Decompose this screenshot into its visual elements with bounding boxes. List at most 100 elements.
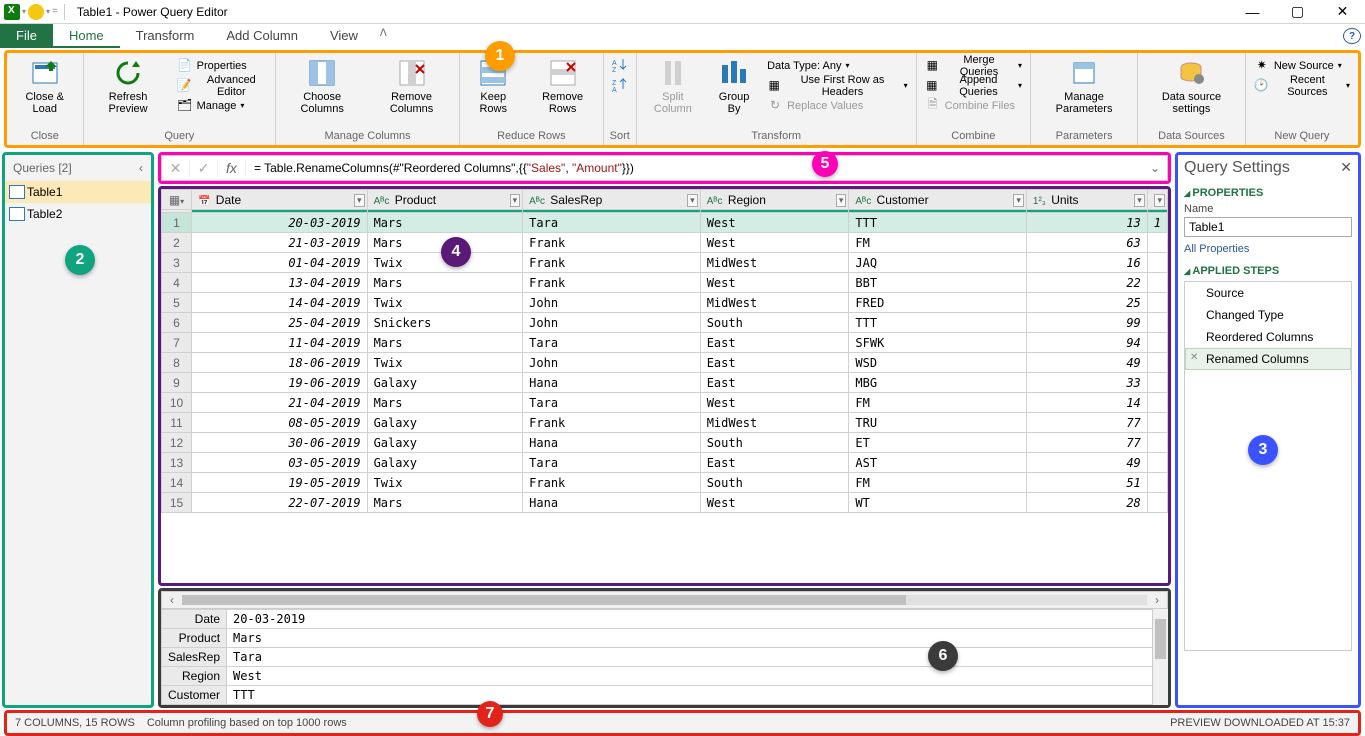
manage-button[interactable]: 🗂Manage ▾ (173, 95, 272, 115)
remove-columns-button[interactable]: Remove Columns (368, 55, 455, 117)
table-row[interactable]: 514-04-2019TwixJohnMidWestFRED25 (162, 293, 1168, 313)
first-row-headers-button[interactable]: ▦Use First Row as Headers ▾ (763, 75, 912, 95)
parameters-icon (1068, 57, 1100, 89)
split-column-button[interactable]: Split Column (641, 55, 705, 117)
vertical-scrollbar[interactable] (1152, 609, 1168, 705)
remove-rows-button[interactable]: Remove Rows (526, 55, 598, 117)
table-row[interactable]: 1230-06-2019GalaxyHanaSouthET77 (162, 433, 1168, 453)
row-preview: Date20-03-2019ProductMarsSalesRepTaraReg… (161, 609, 1168, 705)
choose-columns-button[interactable]: Choose Columns (280, 55, 364, 117)
expand-formula[interactable]: ⌄ (1143, 161, 1167, 175)
status-preview-time: PREVIEW DOWNLOADED AT 15:37 (1170, 717, 1350, 729)
column-header[interactable]: 1²₃ Units▾ (1026, 190, 1147, 210)
data-grid[interactable]: ▦▾ 📅 Date▾Aᴮc Product▾Aᴮc SalesRep▾Aᴮc R… (161, 189, 1168, 513)
split-icon (657, 57, 689, 89)
close-button[interactable]: ✕ (1320, 0, 1365, 24)
horizontal-scrollbar[interactable]: ‹ › (161, 591, 1168, 609)
table-row[interactable]: 1108-05-2019GalaxyFrankMidWestTRU77 (162, 413, 1168, 433)
all-properties-link[interactable]: All Properties (1184, 243, 1352, 255)
preview-row: CustomerTTT (162, 686, 1168, 705)
query-item[interactable]: Table1 (5, 181, 151, 203)
column-header[interactable]: Aᴮc Product▾ (367, 190, 523, 210)
cancel-formula[interactable]: ✕ (162, 160, 190, 177)
data-source-icon (1175, 57, 1207, 89)
close-settings[interactable]: ✕ (1340, 159, 1352, 177)
table-row[interactable]: 120-03-2019MarsTaraWestTTT131 (162, 213, 1168, 233)
sort-desc-button[interactable]: ZA (608, 75, 632, 95)
applied-step[interactable]: Changed Type (1185, 304, 1351, 326)
group-by-button[interactable]: Group By (709, 55, 759, 117)
table-row[interactable]: 221-03-2019MarsFrankWestFM63 (162, 233, 1168, 253)
home-tab[interactable]: Home (53, 24, 120, 48)
excel-icon (4, 4, 20, 20)
transform-tab[interactable]: Transform (120, 24, 211, 48)
qat-dropdown[interactable]: ▾ (22, 7, 26, 16)
close-load-button[interactable]: Close & Load (11, 55, 79, 117)
manage-parameters-button[interactable]: Manage Parameters (1035, 55, 1133, 117)
table-row[interactable]: 1419-05-2019TwixFrankSouthFM51 (162, 473, 1168, 493)
table-row[interactable]: 1021-04-2019MarsTaraWestFM14 (162, 393, 1168, 413)
table-row[interactable]: 625-04-2019SnickersJohnSouthTTT99 (162, 313, 1168, 333)
collapse-ribbon[interactable]: ᐱ (374, 24, 393, 48)
status-columns-rows: 7 COLUMNS, 15 ROWS (15, 717, 135, 729)
replace-icon: ↻ (767, 97, 783, 113)
manage-icon: 🗂 (177, 97, 193, 113)
new-source-button[interactable]: ✷New Source ▾ (1250, 55, 1354, 75)
choose-columns-icon (306, 57, 338, 89)
properties-button[interactable]: 📄Properties (173, 55, 272, 75)
advanced-editor-button[interactable]: 📝Advanced Editor (173, 75, 272, 95)
column-header[interactable]: 📅 Date▾ (192, 190, 368, 210)
collapse-queries[interactable]: ‹ (139, 161, 143, 175)
svg-text:A: A (612, 87, 617, 93)
minimize-button[interactable]: — (1230, 0, 1275, 24)
applied-step[interactable]: Source (1185, 282, 1351, 304)
refresh-preview-button[interactable]: Refresh Preview (88, 55, 169, 117)
recent-sources-button[interactable]: 🕑Recent Sources ▾ (1250, 75, 1354, 95)
column-header[interactable]: Aᴮc Customer▾ (849, 190, 1027, 210)
table-row[interactable]: 413-04-2019MarsFrankWestBBT22 (162, 273, 1168, 293)
column-header[interactable]: Aᴮc SalesRep▾ (523, 190, 701, 210)
table-row[interactable]: 818-06-2019TwixJohnEastWSD49 (162, 353, 1168, 373)
sort-desc-icon: ZA (612, 77, 628, 93)
table-row[interactable]: 711-04-2019MarsTaraEastSFWK94 (162, 333, 1168, 353)
window-title: Table1 - Power Query Editor (73, 5, 228, 19)
ribbon: Close & Load Close Refresh Preview 📄Prop… (7, 53, 1358, 145)
applied-steps-section: APPLIED STEPS (1184, 265, 1352, 277)
recent-icon: 🕑 (1254, 77, 1269, 93)
table-corner[interactable]: ▦▾ (162, 190, 192, 210)
column-header[interactable]: Aᴮc Region▾ (700, 190, 849, 210)
applied-step[interactable]: Reordered Columns (1185, 326, 1351, 348)
table-row[interactable]: 919-06-2019GalaxyHanaEastMBG33 (162, 373, 1168, 393)
table-row[interactable]: 301-04-2019TwixFrankMidWestJAQ16 (162, 253, 1168, 273)
svg-text:Z: Z (612, 80, 617, 87)
append-queries-button[interactable]: ▦Append Queries ▾ (921, 75, 1026, 95)
accept-formula[interactable]: ✓ (190, 160, 218, 177)
callout-3: 3 (1248, 435, 1278, 465)
status-profiling: Column profiling based on top 1000 rows (147, 717, 347, 729)
add-column-tab[interactable]: Add Column (210, 24, 314, 48)
remove-rows-icon (547, 57, 579, 89)
qat-dropdown-2[interactable]: ▾ (46, 7, 50, 16)
scroll-left-icon[interactable]: ‹ (170, 593, 174, 607)
query-item[interactable]: Table2 (5, 203, 151, 225)
file-tab[interactable]: File (0, 24, 53, 48)
scroll-right-icon[interactable]: › (1155, 593, 1159, 607)
combine-files-icon: 🗎 (925, 97, 941, 113)
data-source-settings-button[interactable]: Data source settings (1142, 55, 1241, 117)
help-icon[interactable]: ? (1343, 28, 1361, 44)
applied-step[interactable]: Renamed Columns (1185, 348, 1351, 370)
replace-values-button[interactable]: ↻Replace Values (763, 95, 912, 115)
refresh-icon (112, 57, 144, 89)
data-type-button[interactable]: Data Type: Any ▾ (763, 55, 912, 75)
table-row[interactable]: 1522-07-2019MarsHanaWestWT28 (162, 493, 1168, 513)
table-row[interactable]: 1303-05-2019GalaxyTaraEastAST49 (162, 453, 1168, 473)
formula-text[interactable]: = Table.RenameColumns(#"Reordered Column… (246, 161, 1143, 175)
sort-asc-button[interactable]: AZ (608, 55, 632, 75)
query-name-input[interactable] (1184, 217, 1352, 237)
combine-files-button[interactable]: 🗎Combine Files (921, 95, 1026, 115)
new-source-icon: ✷ (1254, 57, 1270, 73)
remove-columns-icon (396, 57, 428, 89)
merge-queries-button[interactable]: ▦Merge Queries ▾ (921, 55, 1026, 75)
view-tab[interactable]: View (314, 24, 374, 48)
maximize-button[interactable]: ▢ (1275, 0, 1320, 24)
